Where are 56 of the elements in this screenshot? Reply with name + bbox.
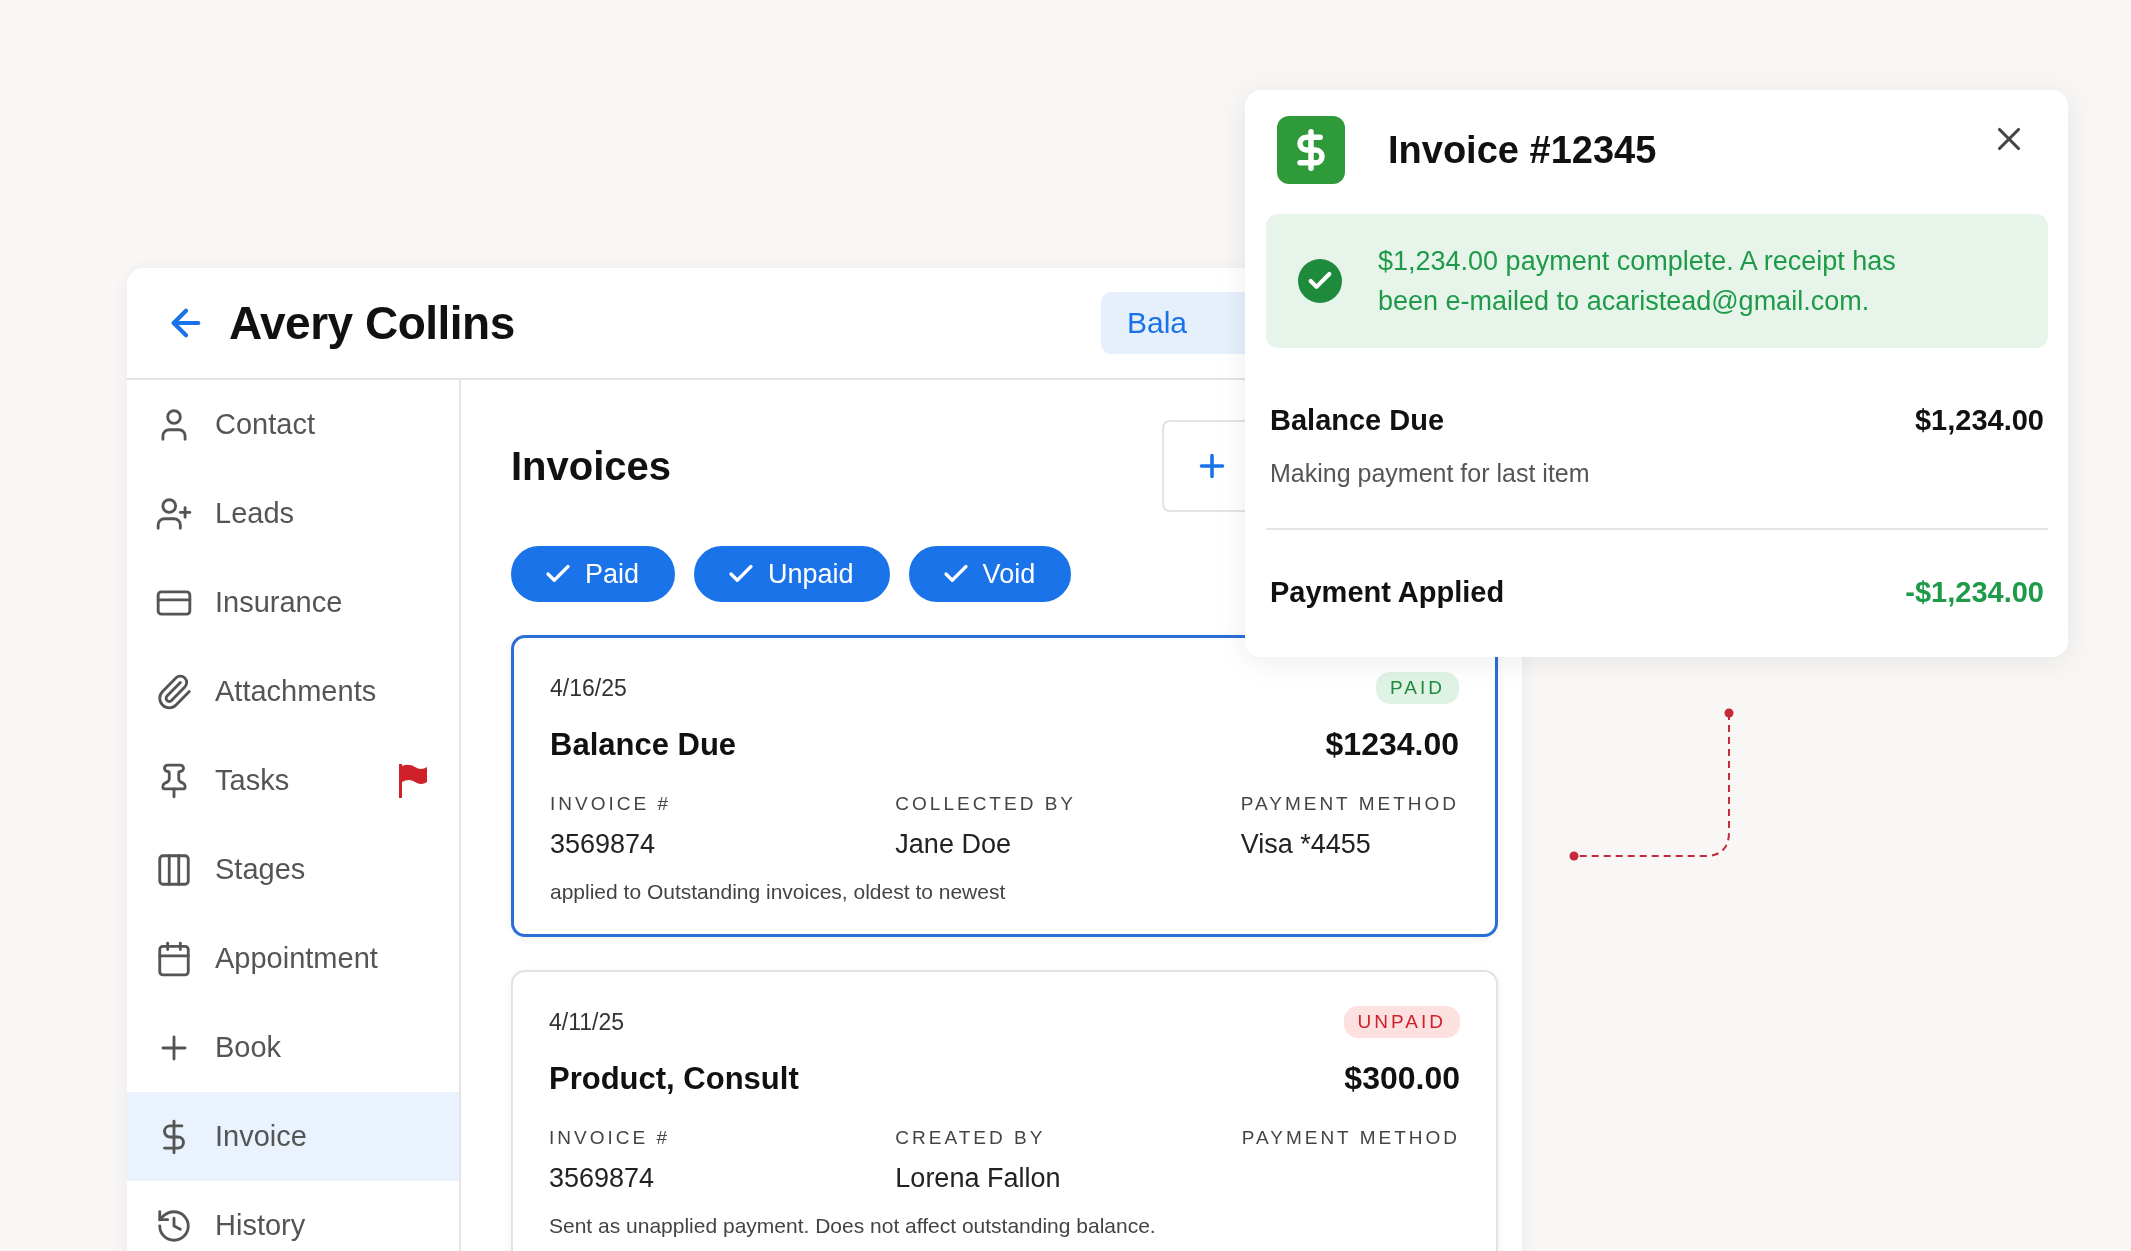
sidebar-label: Invoice bbox=[215, 1120, 308, 1153]
summary-amount: $1,234.00 bbox=[1915, 404, 2044, 437]
sidebar-label: Book bbox=[215, 1031, 283, 1064]
invoice-title: Balance Due bbox=[550, 726, 737, 763]
contact-name: Avery Collins bbox=[229, 296, 515, 350]
field-label: INVOICE # bbox=[550, 793, 671, 815]
sidebar-label: History bbox=[215, 1209, 307, 1242]
filter-chip[interactable]: Unpaid bbox=[694, 546, 890, 602]
status-badge: UNPAID bbox=[1343, 1006, 1460, 1038]
invoice-card[interactable]: 4/11/25 UNPAID Product, Consult $300.00 INVOICE # 3569874 CREATED BY Lorena Fallon PAYMENT METHOD Sent as unapplied payment. Does not affect outstanding balance. bbox=[511, 970, 1498, 1251]
section-title: Invoices bbox=[511, 443, 672, 489]
field-label: INVOICE # bbox=[549, 1127, 670, 1149]
sidebar-label: Attachments bbox=[215, 675, 378, 708]
summary-label: Balance Due bbox=[1270, 404, 1445, 437]
success-message: $1,234.00 payment complete. A receipt has been e-mailed to acaristead@gmail.com. bbox=[1378, 245, 1897, 318]
field-label: PAYMENT METHOD bbox=[1240, 793, 1459, 815]
field-value: Lorena Fallon bbox=[895, 1163, 1061, 1194]
invoice-note: Sent as unapplied payment. Does not affect outstanding balance. bbox=[549, 1214, 1157, 1238]
invoice-card[interactable]: 4/16/25 PAID Balance Due $1234.00 INVOICE # 3569874 COLLECTED BY Jane Doe PAYMENT METHOD Visa *4455 applied to Outstanding invoices, oldest to newest bbox=[511, 635, 1498, 937]
sidebar-item[interactable]: Leads bbox=[127, 469, 459, 558]
summary-note: Making payment for last item bbox=[1270, 459, 1591, 488]
sidebar-item[interactable]: Book bbox=[127, 1003, 459, 1092]
sidebar-item[interactable]: Contact bbox=[127, 380, 459, 469]
field-label: PAYMENT METHOD bbox=[1241, 1127, 1460, 1149]
filter-chip[interactable]: Void bbox=[908, 546, 1072, 602]
sidebar-item[interactable]: Insurance bbox=[127, 558, 459, 647]
field-value: Visa *4455 bbox=[1240, 829, 1371, 860]
sidebar-item[interactable]: Appointment bbox=[127, 914, 459, 1003]
invoice-title: Product, Consult bbox=[549, 1060, 799, 1097]
balance-button[interactable]: Bala bbox=[1100, 292, 1247, 354]
field-value: 3569874 bbox=[549, 1163, 655, 1194]
sidebar-label: Tasks bbox=[215, 764, 291, 797]
field-label: COLLECTED BY bbox=[895, 793, 1076, 815]
sidebar-label: Stages bbox=[215, 853, 307, 886]
sidebar-item[interactable]: Attachments bbox=[127, 647, 459, 736]
invoice-date: 4/16/25 bbox=[550, 674, 627, 702]
sidebar-label: Insurance bbox=[215, 586, 344, 619]
status-badge: PAID bbox=[1376, 672, 1459, 704]
sidebar-label: Leads bbox=[215, 497, 295, 530]
invoice-note: applied to Outstanding invoices, oldest to newest bbox=[550, 880, 1007, 904]
summary-amount: -$1,234.00 bbox=[1905, 576, 2044, 609]
field-value: 3569874 bbox=[550, 829, 656, 860]
summary-label: Payment Applied bbox=[1270, 576, 1505, 609]
sidebar-item[interactable]: History bbox=[127, 1181, 459, 1251]
sidebar-item[interactable]: Stages bbox=[127, 825, 459, 914]
sidebar-label: Contact bbox=[215, 408, 316, 441]
sidebar-label: Appointment bbox=[215, 942, 379, 975]
invoice-date: 4/11/25 bbox=[549, 1008, 625, 1036]
filter-chip[interactable]: Paid bbox=[511, 546, 676, 602]
popup-title: Invoice #12345 bbox=[1388, 128, 1658, 172]
field-value: Jane Doe bbox=[895, 829, 1011, 860]
invoice-amount: $300.00 bbox=[1344, 1060, 1460, 1097]
field-label: CREATED BY bbox=[895, 1127, 1046, 1149]
sidebar-item[interactable]: Tasks bbox=[127, 736, 459, 825]
invoice-amount: $1234.00 bbox=[1325, 726, 1459, 763]
sidebar-item[interactable]: Invoice bbox=[127, 1092, 459, 1181]
